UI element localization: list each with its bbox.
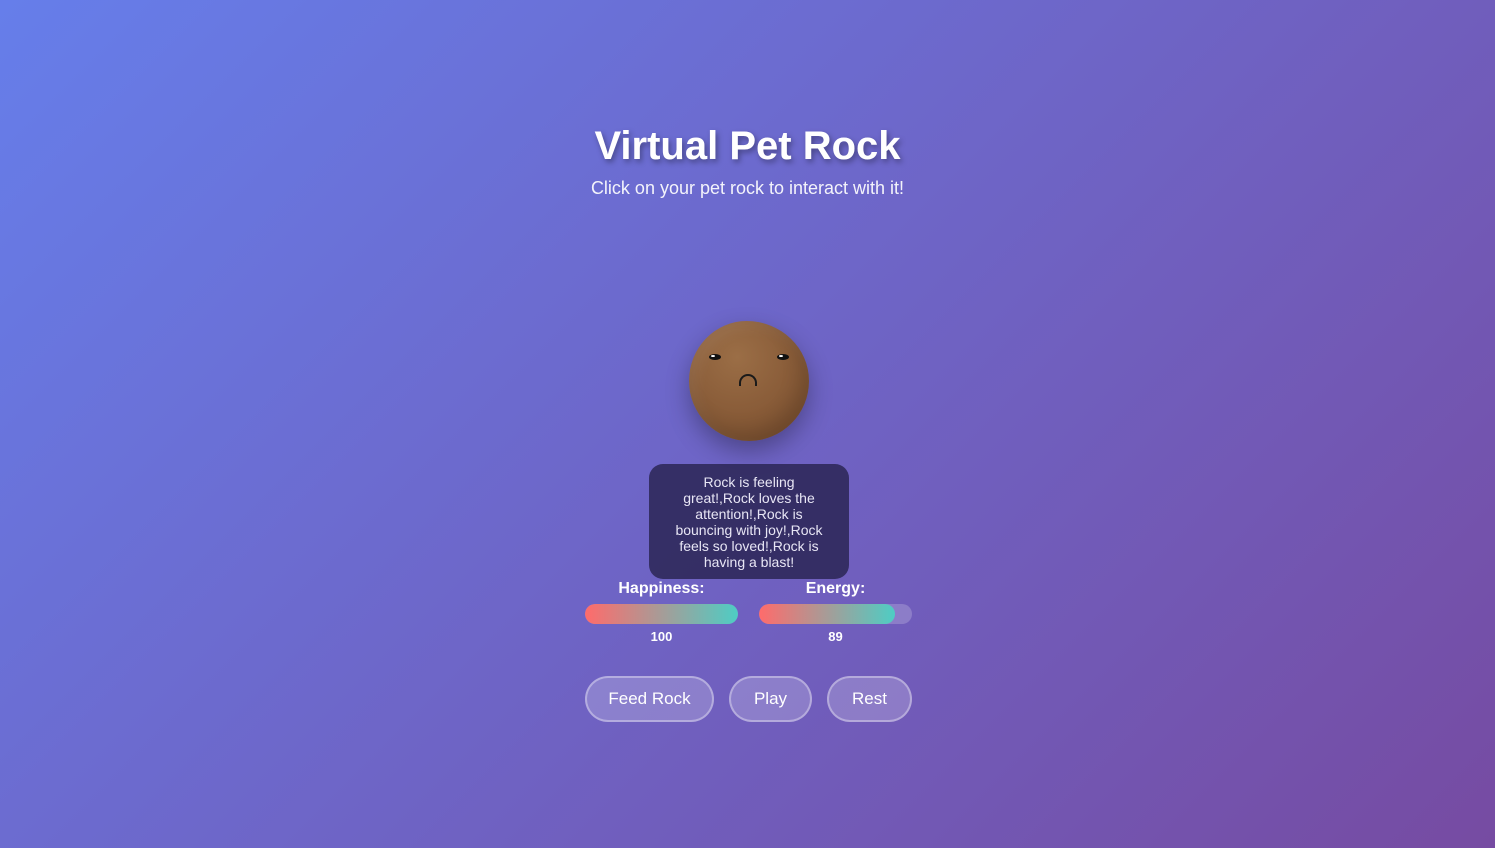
left-eye-icon — [709, 354, 721, 360]
happiness-label: Happiness: — [618, 580, 705, 597]
pet-rock[interactable] — [689, 321, 809, 441]
right-eye-icon — [777, 354, 789, 360]
energy-label: Energy: — [805, 580, 866, 597]
happiness-stat: Happiness: 100 — [585, 579, 738, 645]
happiness-bar-fill — [585, 604, 738, 624]
page-title: Virtual Pet Rock — [594, 124, 901, 168]
sad-mouth-icon — [739, 374, 757, 386]
energy-stat: Energy: 89 — [759, 579, 912, 645]
rest-button[interactable]: Rest — [827, 676, 912, 722]
happiness-bar — [585, 604, 738, 624]
play-button[interactable]: Play — [729, 676, 812, 722]
happiness-value: 100 — [650, 629, 673, 644]
page-subtitle: Click on your pet rock to interact with … — [590, 178, 905, 198]
speech-bubble: Rock is feeling great!,Rock loves the at… — [649, 464, 849, 579]
energy-bar-fill — [759, 604, 896, 624]
feed-rock-button[interactable]: Feed Rock — [585, 676, 714, 722]
action-buttons: Feed Rock Play Rest — [585, 676, 912, 722]
energy-value: 89 — [828, 629, 843, 644]
header: Virtual Pet Rock Click on your pet rock … — [0, 120, 1495, 200]
stats-panel: Happiness: 100 Energy: 89 — [585, 579, 912, 649]
energy-bar — [759, 604, 912, 624]
